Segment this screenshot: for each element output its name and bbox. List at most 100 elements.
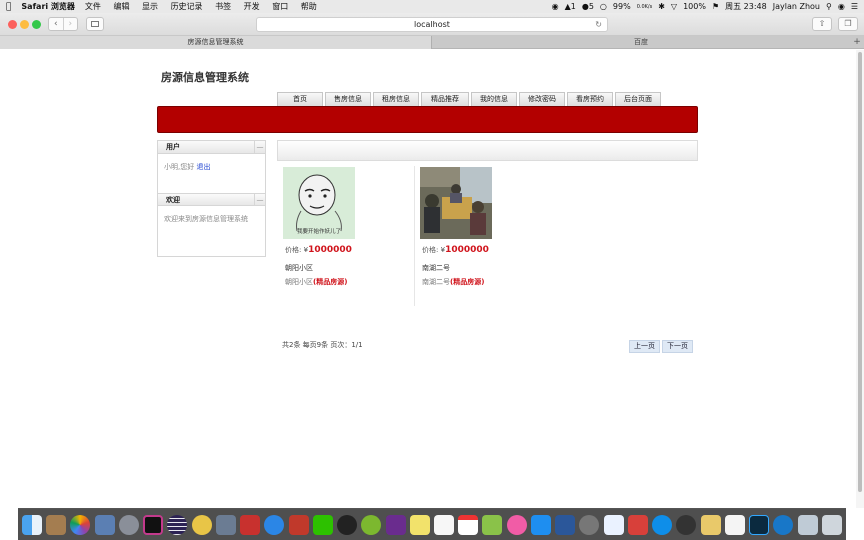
zoom-window-button[interactable] <box>32 20 41 29</box>
tab-house-system[interactable]: 房源信息管理系统 <box>0 36 432 49</box>
back-button[interactable]: ‹ <box>49 18 63 30</box>
notepad-icon[interactable] <box>700 514 721 535</box>
textedit-icon[interactable] <box>724 514 745 535</box>
menu-bookmarks[interactable]: 书签 <box>215 2 231 11</box>
nav-viewing-appointment[interactable]: 看房预约 <box>567 92 613 106</box>
nav-my-info[interactable]: 我的信息 <box>471 92 517 106</box>
sidebar-toggle-button[interactable] <box>86 17 104 31</box>
clock[interactable]: 周五 23:48 <box>725 1 767 12</box>
app-store-icon[interactable] <box>530 514 551 535</box>
menu-file[interactable]: 文件 <box>85 2 101 11</box>
wifi-icon[interactable]: ▽ <box>671 2 677 11</box>
tab-baidu[interactable]: 百度 <box>432 36 850 49</box>
listing-name[interactable]: 朝阳小区 <box>285 263 313 273</box>
nav-admin[interactable]: 后台页面 <box>615 92 661 106</box>
finder-icon[interactable] <box>22 514 42 535</box>
vine-icon[interactable] <box>361 514 382 535</box>
cpu-readout[interactable]: 99% <box>613 2 631 11</box>
app-name-menu[interactable]: Safari 浏览器 <box>21 1 75 12</box>
new-tab-button[interactable]: + <box>850 36 864 49</box>
sidebar: 用户 — 小明,您好 退出 欢迎 — 欢迎来到房源信息管理系统 <box>157 140 266 257</box>
price-label: 价格: <box>422 246 439 254</box>
network-readout[interactable]: 0.0K/s <box>637 4 653 10</box>
prev-page-button[interactable]: 上一页 <box>629 340 660 353</box>
flag-icon[interactable]: ⚑ <box>712 2 719 11</box>
listing-desc-text: 朝阳小区 <box>285 278 313 286</box>
menu-develop[interactable]: 开发 <box>244 2 260 11</box>
collapse-icon[interactable]: — <box>254 194 265 206</box>
listing-image[interactable]: 我要开始作妖儿了 <box>283 167 355 239</box>
price-amount: 1000000 <box>445 245 489 255</box>
forward-button[interactable]: › <box>62 18 78 30</box>
nav-rent[interactable]: 租房信息 <box>373 92 419 106</box>
macos-dock <box>18 508 846 540</box>
nav-change-password[interactable]: 修改密码 <box>519 92 565 106</box>
wechat-icon[interactable]: ○ <box>600 2 607 11</box>
menu-view[interactable]: 显示 <box>142 2 158 11</box>
nav-sale[interactable]: 售房信息 <box>325 92 371 106</box>
notification-icon[interactable]: ▲1 <box>565 2 576 11</box>
reload-icon[interactable]: ↻ <box>595 18 602 31</box>
teamviewer-icon[interactable] <box>652 514 673 535</box>
bluetooth-icon[interactable]: ✱ <box>658 2 665 11</box>
photos-icon[interactable] <box>70 514 91 535</box>
baidu-netdisk-icon[interactable] <box>603 514 624 535</box>
share-button[interactable]: ⇧ <box>812 17 832 31</box>
siri-icon[interactable]: ◉ <box>838 2 845 11</box>
menu-history[interactable]: 历史记录 <box>171 2 203 11</box>
database-icon[interactable] <box>215 514 236 535</box>
listing-name[interactable]: 南湖二号 <box>422 263 450 273</box>
apple-icon[interactable]:  <box>6 2 11 12</box>
safari-icon[interactable] <box>264 514 285 535</box>
downloads-folder-icon[interactable] <box>797 514 818 535</box>
address-bar[interactable]: localhost ↻ <box>256 17 608 32</box>
bell-icon[interactable]: ●5 <box>582 2 594 11</box>
remote-desktop-icon[interactable] <box>627 514 648 535</box>
reminders-icon[interactable] <box>433 514 454 535</box>
intellij-icon[interactable] <box>143 514 164 535</box>
next-page-button[interactable]: 下一页 <box>662 340 693 353</box>
preview-icon[interactable] <box>94 514 115 535</box>
user-name[interactable]: Jaylan Zhou <box>773 2 820 11</box>
wechat-icon[interactable] <box>312 514 333 535</box>
sourcetree-icon[interactable] <box>288 514 309 535</box>
record-icon[interactable]: ◉ <box>552 2 559 11</box>
spotlight-icon[interactable]: ⚲ <box>826 2 832 11</box>
user-greeting: 小明,您好 <box>164 163 195 171</box>
itunes-icon[interactable] <box>506 514 527 535</box>
nav-home[interactable]: 首页 <box>277 92 323 106</box>
eclipse-icon[interactable] <box>167 514 188 535</box>
numbers-icon[interactable] <box>482 514 503 535</box>
tab-overview-button[interactable]: ❐ <box>838 17 858 31</box>
system-preferences-icon[interactable] <box>579 514 600 535</box>
word-icon[interactable] <box>555 514 576 535</box>
menu-help[interactable]: 帮助 <box>301 2 317 11</box>
minimize-window-button[interactable] <box>20 20 29 29</box>
edge-icon[interactable] <box>773 514 794 535</box>
redis-icon[interactable] <box>240 514 261 535</box>
qq-icon[interactable] <box>337 514 358 535</box>
web-page: 房源信息管理系统 首页 售房信息 租房信息 精品推荐 我的信息 修改密码 看房预… <box>0 50 856 508</box>
logout-link[interactable]: 退出 <box>196 163 210 171</box>
price-label: 价格: <box>285 246 302 254</box>
battery-readout[interactable]: 100% <box>683 2 706 11</box>
qq-alt-icon[interactable] <box>676 514 697 535</box>
nav-featured[interactable]: 精品推荐 <box>421 92 469 106</box>
calendar-icon[interactable] <box>458 514 479 535</box>
menu-window[interactable]: 窗口 <box>272 2 288 11</box>
launchpad-icon[interactable] <box>118 514 139 535</box>
axure-rp-icon[interactable] <box>385 514 406 535</box>
stickies-icon[interactable] <box>409 514 430 535</box>
close-window-button[interactable] <box>8 20 17 29</box>
listing-image[interactable] <box>420 167 492 239</box>
menu-edit[interactable]: 编辑 <box>113 2 129 11</box>
collapse-icon[interactable]: — <box>254 141 265 153</box>
notes-app-icon[interactable] <box>46 514 67 535</box>
browser-toolbar: ‹ › localhost ↻ ⇧ ❐ <box>0 13 864 36</box>
scroll-thumb[interactable] <box>858 52 862 492</box>
trash-icon[interactable] <box>821 514 842 535</box>
photoshop-icon[interactable] <box>749 514 770 535</box>
tomcat-icon[interactable] <box>191 514 212 535</box>
page-scrollbar[interactable] <box>856 50 864 508</box>
list-icon[interactable]: ☰ <box>851 2 858 11</box>
